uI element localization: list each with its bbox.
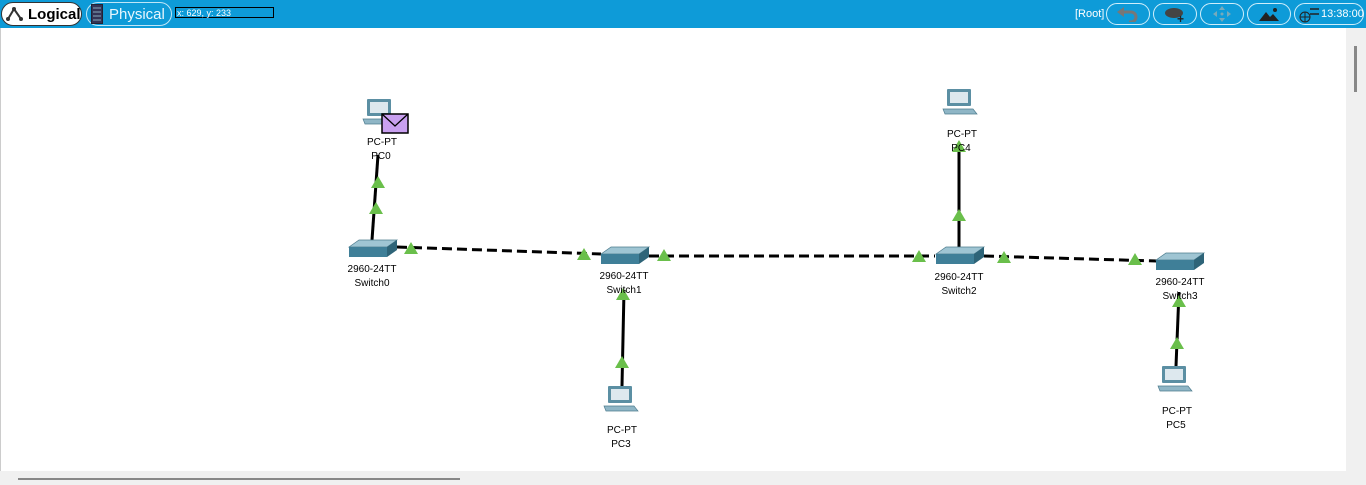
device-switch2[interactable]: 2960-24TT Switch2 [935,246,985,297]
link-pc0-switch0[interactable] [370,154,380,241]
link-up-indicator-icon [952,209,966,221]
device-switch0[interactable]: 2960-24TT Switch0 [348,239,398,289]
device-model: PC-PT [367,137,397,148]
rack-icon [91,4,103,24]
device-pc5[interactable]: PC-PT PC5 [1157,365,1193,431]
device-name: PC0 [371,151,391,162]
device-model: 2960-24TT [348,264,397,275]
device-name: Switch1 [606,285,641,296]
device-pc4[interactable]: PC-PT PC4 [942,88,978,154]
network-globe-icon [1299,8,1319,23]
device-switch1[interactable]: 2960-24TT Switch1 [600,246,650,296]
logical-workspace[interactable]: PC-PT PC0 PC-PT PC4 PC-PT PC3 PC-PT PC5 2960… [0,28,1347,471]
vertical-scroll-thumb[interactable] [1354,46,1357,92]
cloud-add-icon: + [1165,8,1184,23]
pdu-envelope-icon[interactable] [381,113,409,134]
device-name: Switch2 [941,286,976,297]
link-up-indicator-icon [371,176,385,188]
links [370,148,1181,387]
link-up-indicator-icon [1128,253,1142,265]
add-cloud-button[interactable]: + [1153,3,1197,25]
device-model: PC-PT [607,425,637,436]
device-model: PC-PT [1162,406,1192,417]
top-toolbar: Logical Physical x: 629, y: 233 [Root] +… [0,0,1366,28]
navigate-button[interactable] [1200,3,1244,25]
device-name: PC3 [611,439,631,450]
device-name: Switch0 [354,278,389,289]
logical-topology-icon [6,7,23,21]
background-image-icon [1259,8,1279,21]
horizontal-scroll-thumb[interactable] [18,478,460,480]
device-pc3[interactable]: PC-PT PC3 [603,385,639,450]
device-model: PC-PT [947,129,977,140]
navigate-icon [1213,6,1231,22]
set-background-button[interactable] [1247,3,1291,25]
cursor-coordinates: x: 629, y: 233 [175,7,274,18]
device-model: 2960-24TT [600,271,649,282]
logical-label: Logical [28,5,81,23]
root-breadcrumb[interactable]: [Root] [1075,8,1104,20]
physical-label: Physical [109,5,165,23]
device-switch3[interactable]: 2960-24TT Switch3 [1155,252,1205,302]
device-name: PC4 [951,143,971,154]
svg-text:+: + [1177,12,1184,23]
vertical-scrollbar[interactable] [1346,28,1366,471]
link-lights [369,140,1186,368]
link-switch0-switch1[interactable] [396,245,602,256]
device-model: 2960-24TT [1156,277,1205,288]
link-up-indicator-icon [369,202,383,214]
device-name: Switch3 [1162,291,1197,302]
logical-view-tab[interactable]: Logical [1,2,82,26]
back-button[interactable] [1106,3,1150,25]
device-name: PC5 [1166,420,1186,431]
physical-view-tab[interactable]: Physical [86,2,172,26]
link-up-indicator-icon [1170,337,1184,349]
back-icon [1117,7,1138,22]
simulation-clock: 13:38:00 [1321,8,1364,20]
link-up-indicator-icon [615,356,629,368]
device-model: 2960-24TT [935,272,984,283]
link-switch1-pc3[interactable] [620,289,626,387]
